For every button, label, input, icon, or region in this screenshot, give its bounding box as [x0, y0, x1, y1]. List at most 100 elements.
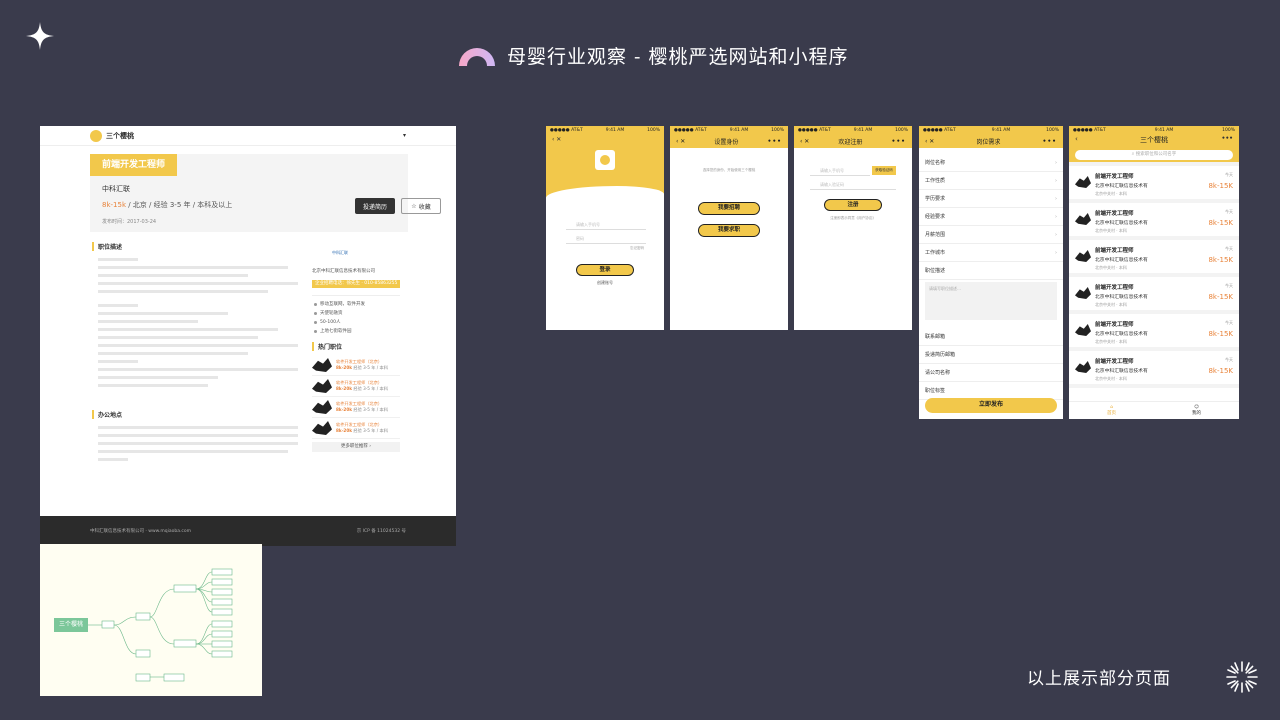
field-contact-email[interactable]: 联系邮箱 [919, 328, 1063, 346]
section-description: 职位描述 [92, 242, 122, 251]
company-phone: 企业招聘电话：徐先生 · 010-85863255 [312, 280, 400, 288]
web-logo[interactable]: 三个樱桃 [90, 129, 134, 142]
publish-button[interactable]: 立即发布 [925, 398, 1057, 413]
job-list-item[interactable]: 前端开发工程师 北京中科汇联信息技术有 北京中关村 · 本科 今天 8k-15K [1069, 166, 1239, 203]
job-list-item[interactable]: 前端开发工程师 北京中科汇联信息技术有 北京中关村 · 本科 今天 8k-15K [1069, 277, 1239, 314]
tab-home-label: 首页 [1107, 411, 1116, 416]
company-thumbnail [1075, 176, 1091, 188]
field-job-name[interactable]: 岗位名称 [919, 154, 1063, 172]
company-thumbnail [1075, 250, 1091, 262]
phone-identity-screen: ●●●●● AT&T 9:41 AM 100% ‹ ✕ 设置身份 ••• 选择您的身份，… [670, 126, 788, 330]
status-battery: 100% [895, 127, 908, 133]
job-salary: 8k-15K [1208, 219, 1233, 227]
job-tag: 本科 [1118, 339, 1127, 344]
company-sidebar: 中科汇联 北京中科汇联信息技术有限公司 企业招聘电话：徐先生 · 010-858… [312, 246, 400, 452]
agreement-link[interactable]: 注册即表示同意《用户协议》 [794, 216, 912, 221]
job-salary: 8k-15K [1208, 256, 1233, 264]
field-city[interactable]: 工作城市 [919, 244, 1063, 262]
publish-date: 发布时间：2017-03-24 [102, 219, 157, 225]
job-salary: 8k-15K [1208, 182, 1233, 190]
hot-job-meta: 经验 3-5 年 / 本科 [353, 365, 388, 370]
job-tag: 本科 [1118, 302, 1127, 307]
phone-login-screen: ●●●●● AT&T 9:41 AM 100% ‹ ✕ 请输入手机号 密码 忘记密码… [546, 126, 664, 330]
job-title: 前端开发工程师 [1095, 174, 1134, 180]
star-icon: ☆ [411, 202, 417, 210]
code-input[interactable]: 请输入验证码 [810, 180, 896, 190]
field-salary[interactable]: 月薪范围 [919, 226, 1063, 244]
seeker-button[interactable]: 我要求职 [698, 224, 760, 237]
field-company-name[interactable]: 请公司名称 [919, 364, 1063, 382]
password-input[interactable]: 密码 [566, 234, 646, 244]
company-fact: 天使轮融资 [312, 309, 400, 318]
hot-job-item[interactable]: 软件开发工程师（北京） 8k-20k 经验 3-5 年 / 本科 [312, 376, 400, 397]
more-icon[interactable]: ••• [891, 138, 906, 145]
register-link[interactable]: 创建账号 [546, 280, 664, 286]
back-close-icon[interactable]: ‹ ✕ [800, 138, 809, 145]
field-resume-email[interactable]: 投递简历邮箱 [919, 346, 1063, 364]
job-title: 前端开发工程师 [1095, 359, 1134, 365]
more-jobs-link[interactable]: 更多职位推荐 › [312, 442, 400, 452]
register-button[interactable]: 注册 [824, 199, 882, 211]
job-tag: 本科 [1118, 228, 1127, 233]
identity-hint: 选择您的身份，开始使用三个樱桃 [702, 168, 756, 172]
tab-mine[interactable]: ☺ 我的 [1192, 405, 1201, 416]
hot-job-item[interactable]: 软件开发工程师（北京） 8k-20k 经验 3-5 年 / 本科 [312, 418, 400, 439]
field-description-label: 职位描述 [919, 262, 1063, 280]
back-close-icon[interactable]: ‹ ✕ [676, 138, 685, 145]
login-button[interactable]: 登录 [576, 264, 634, 276]
search-input[interactable]: ⌕ 搜索职位和公司名字 [1075, 150, 1233, 160]
more-icon[interactable]: ••• [1042, 138, 1057, 145]
more-icon[interactable]: ••• [767, 138, 782, 145]
job-location-text: 北京中关村 [1095, 339, 1115, 344]
more-icon[interactable]: ••• [1221, 135, 1233, 142]
job-location-text: 北京中关村 [1095, 302, 1115, 307]
status-bar: ●●●●● AT&T 9:41 AM 100% [919, 126, 1063, 134]
forgot-password-link[interactable]: 忘记密码 [630, 246, 644, 251]
section-address: 办公地点 [92, 410, 122, 419]
field-education[interactable]: 学历要求 [919, 190, 1063, 208]
login-header: ●●●●● AT&T 9:41 AM 100% ‹ ✕ [546, 126, 664, 206]
tab-home[interactable]: ⌂ 首页 [1107, 405, 1116, 416]
phone-home-screen: ●●●●● AT&T 9:41 AM 100% ‹ 三个樱桃 ••• ⌕ 搜索职位和… [1069, 126, 1239, 419]
favorite-button[interactable]: ☆ 收藏 [401, 198, 441, 214]
hot-job-item[interactable]: 软件开发工程师（北京） 8k-20k 经验 3-5 年 / 本科 [312, 355, 400, 376]
back-close-icon[interactable]: ‹ ✕ [552, 136, 561, 143]
company-name: 中科汇联 [102, 185, 130, 193]
job-list-item[interactable]: 前端开发工程师 北京中科汇联信息技术有 北京中关村 · 本科 今天 8k-15K [1069, 203, 1239, 240]
job-list-item[interactable]: 前端开发工程师 北京中科汇联信息技术有 北京中关村 · 本科 今天 8k-15K [1069, 314, 1239, 351]
job-date: 今天 [1225, 357, 1233, 362]
status-bar: ●●●●● AT&T 9:41 AM 100% [546, 126, 664, 134]
company-card: 中科汇联 北京中科汇联信息技术有限公司 企业招聘电话：徐先生 · 010-858… [312, 246, 400, 296]
home-title: 三个樱桃 [1140, 136, 1168, 144]
job-location: 北京中关村 · 本科 [1095, 228, 1127, 233]
company-full-name: 北京中科汇联信息技术有限公司 [312, 269, 375, 274]
phone-input[interactable]: 请输入手机号 [566, 220, 646, 230]
phone-input[interactable]: 请输入手机号 [810, 166, 870, 176]
phone-post-job-screen: ●●●●● AT&T 9:41 AM 100% ‹ ✕ 岗位需求 ••• 岗位名称 工作… [919, 126, 1063, 419]
company-thumbnail [1075, 324, 1091, 336]
get-code-button[interactable]: 获取验证码 [872, 166, 896, 175]
mindmap-root: 三个樱桃 [54, 618, 88, 632]
description-textarea[interactable]: 请填写职位描述… [925, 282, 1057, 320]
recruiter-button[interactable]: 我要招聘 [698, 202, 760, 215]
user-menu-icon[interactable]: ▾ [403, 132, 406, 139]
status-bar: ●●●●● AT&T 9:41 AM 100% [794, 126, 912, 134]
job-location: 北京中关村 · 本科 [1095, 376, 1127, 381]
company-fact: 移动互联网，软件开发 [312, 300, 400, 309]
job-list-item[interactable]: 前端开发工程师 北京中科汇联信息技术有 北京中关村 · 本科 今天 8k-15K [1069, 240, 1239, 277]
job-hero: 前端开发工程师 中科汇联 8k-15k / 北京 / 经验 3-5 年 / 本科… [90, 154, 441, 232]
hot-job-thumbnail [312, 358, 332, 372]
field-experience[interactable]: 经验要求 [919, 208, 1063, 226]
rainbow-logo-icon [459, 48, 495, 66]
apply-button[interactable]: 投递简历 [355, 198, 395, 214]
footer-left: 中科汇联信息技术有限公司 · www.mqiaoba.com [90, 529, 192, 534]
job-conditions: 8k-15k / 北京 / 经验 3-5 年 / 本科及以上 [102, 200, 232, 210]
back-close-icon[interactable]: ‹ ✕ [925, 138, 934, 145]
field-job-type[interactable]: 工作性质 [919, 172, 1063, 190]
hot-job-item[interactable]: 软件开发工程师（北京） 8k-20k 经验 3-5 年 / 本科 [312, 397, 400, 418]
job-list-item[interactable]: 前端开发工程师 北京中科汇联信息技术有 北京中关村 · 本科 今天 8k-15K [1069, 351, 1239, 388]
job-location-text: 北京中关村 [1095, 265, 1115, 270]
job-salary: 8k-15K [1208, 293, 1233, 301]
burst-icon [1226, 661, 1258, 693]
hot-job-salary: 8k-20k [336, 386, 353, 391]
